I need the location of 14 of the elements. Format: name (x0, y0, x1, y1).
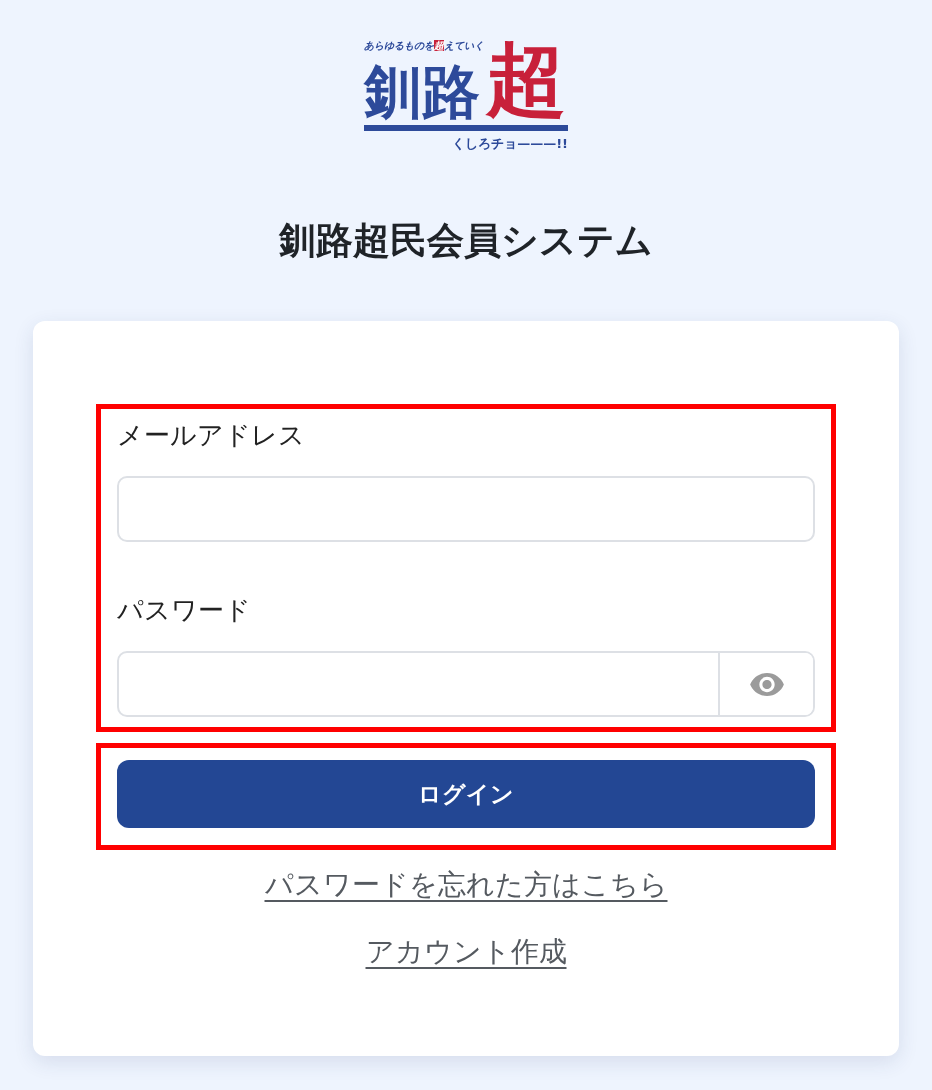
field-label: パスワード (117, 594, 251, 627)
text-link[interactable]: アカウント作成 (365, 933, 567, 971)
show-password-button[interactable] (718, 653, 813, 715)
password-field[interactable] (117, 651, 815, 717)
logo-reading: くしろチョ———!! (452, 135, 568, 153)
logo-wordmark: 釧路 (364, 62, 480, 122)
logo-accent-character: 超 (486, 38, 566, 122)
field-label: メールアドレス (117, 419, 305, 452)
page-title: 釧路超民会員システム (279, 218, 653, 264)
login-button[interactable]: ログイン (117, 760, 815, 828)
eye-icon (749, 672, 784, 696)
email-field[interactable] (117, 476, 815, 542)
text-link[interactable]: パスワードを忘れた方はこちら (264, 866, 668, 904)
logo-tagline: あらゆるものを超えていく (364, 39, 484, 52)
